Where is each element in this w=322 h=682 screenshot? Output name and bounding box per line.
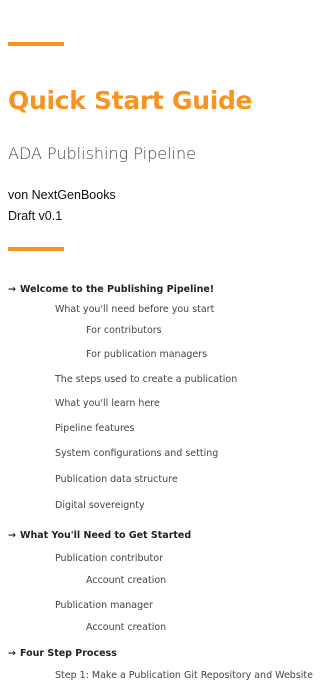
toc-item[interactable]: Publication contributor [55, 553, 163, 564]
toc-item-label: Publication contributor [55, 553, 163, 564]
toc-item-label: What you'll need before you start [55, 304, 215, 315]
toc-item-label: For contributors [86, 325, 162, 336]
toc-item[interactable]: For contributors [86, 325, 162, 336]
toc-item[interactable]: What you'll need before you start [55, 304, 214, 315]
table-of-contents: → Welcome to the Publishing Pipeline! What… [0, 0, 322, 682]
toc-item-label: System configurations and setting [55, 448, 219, 459]
toc-item[interactable]: For publication managers [86, 349, 207, 360]
toc-item[interactable]: System configurations and setting [55, 448, 218, 459]
toc-item[interactable]: The steps used to create a publication [55, 374, 237, 385]
toc-item-label: What you'll learn here [55, 398, 160, 409]
toc-item-label: Publication manager [55, 600, 153, 611]
toc-item-label: Step 1: Make a Publication Git Repositor… [55, 670, 313, 681]
toc-item[interactable]: Publication manager [55, 600, 153, 611]
toc-item[interactable]: Account creation [86, 622, 166, 633]
toc-item[interactable]: → Four Step Process [8, 648, 117, 659]
toc-item[interactable]: Digital sovereignty [55, 500, 145, 511]
toc-item-label: Pipeline features [55, 423, 135, 434]
toc-item[interactable]: → What You'll Need to Get Started [8, 530, 191, 541]
toc-item-label: What You'll Need to Get Started [19, 530, 192, 541]
toc-item[interactable]: → Welcome to the Publishing Pipeline! [8, 284, 214, 295]
toc-item-label: For publication managers [86, 349, 208, 360]
arrow-right-icon: → [8, 284, 16, 295]
toc-item-label: Welcome to the Publishing Pipeline! [19, 284, 215, 295]
toc-item[interactable]: Pipeline features [55, 423, 134, 434]
toc-item[interactable]: Publication data structure [55, 474, 178, 485]
toc-item[interactable]: What you'll learn here [55, 398, 160, 409]
toc-item-label: Account creation [86, 622, 167, 633]
toc-item[interactable]: Account creation [86, 575, 166, 586]
toc-item-label: Publication data structure [55, 474, 178, 485]
arrow-right-icon: → [8, 530, 16, 541]
toc-item-label: Four Step Process [19, 648, 117, 659]
toc-item[interactable]: Step 1: Make a Publication Git Repositor… [55, 670, 313, 681]
toc-item-label: Digital sovereignty [55, 500, 145, 511]
arrow-right-icon: → [8, 648, 16, 659]
toc-item-label: Account creation [86, 575, 167, 586]
toc-item-label: The steps used to create a publication [55, 374, 238, 385]
